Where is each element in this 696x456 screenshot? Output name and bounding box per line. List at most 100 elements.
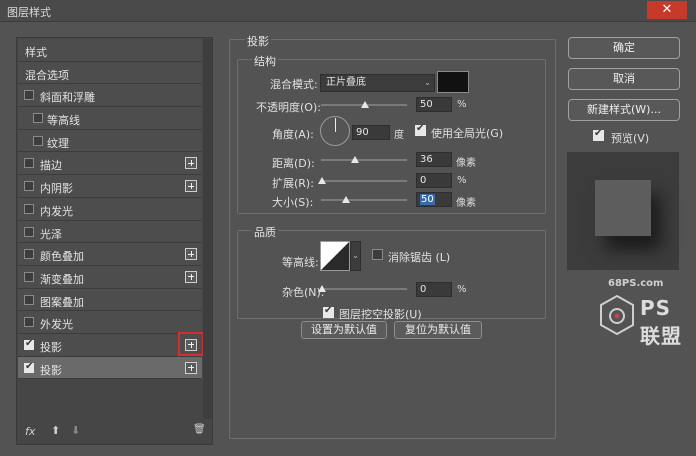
style-checkbox[interactable] [24,249,34,260]
style-list-item[interactable]: 斜面和浮雕 [18,84,202,108]
drop-shadow-title: 投影 [245,33,271,49]
style-item-label: 图案叠加 [40,295,84,309]
angle-unit: 度 [394,130,404,141]
spread-input[interactable]: 0 [416,173,452,188]
style-item-label: 等高线 [47,114,80,128]
distance-slider-thumb[interactable] [351,156,359,163]
window-title: 图层样式 [7,6,51,19]
style-item-label: 内发光 [40,204,73,218]
angle-dial-needle [335,118,336,132]
add-effect-icon[interactable] [185,180,197,193]
dialog-body: 样式混合选项斜面和浮雕等高线纹理描边 内阴影内发光光泽 颜色叠加渐变叠加图案叠加外发… [0,22,696,456]
style-list-item[interactable]: 纹理 [18,129,202,153]
noise-unit: % [457,284,467,295]
move-down-icon[interactable]: ⬇ [71,424,80,437]
styles-list-scrollbar[interactable] [203,39,212,419]
contour-picker[interactable] [320,241,350,271]
watermark-brand: PS联盟 [640,296,682,348]
style-checkbox[interactable] [33,135,43,146]
style-item-label: 投影 [40,363,62,377]
style-list-item[interactable]: 等高线 [18,107,202,130]
size-value-selected: 50 [420,194,435,205]
add-effect-icon[interactable] [185,157,197,170]
cancel-button[interactable]: 取消 [568,68,680,90]
noise-input[interactable]: 0 [416,282,452,297]
add-effect-icon[interactable] [185,270,197,283]
title-bar: 图层样式 ✕ [0,0,696,22]
style-preview [567,152,679,270]
style-checkbox[interactable] [24,226,34,237]
noise-slider[interactable] [321,288,407,290]
spread-unit: % [457,175,467,186]
set-default-button[interactable]: 设置为默认值 [301,321,387,339]
opacity-input[interactable]: 50 [416,97,452,112]
style-checkbox[interactable] [24,338,34,350]
style-checkbox[interactable] [24,181,34,192]
style-checkbox[interactable] [24,361,34,373]
style-list-item[interactable]: 渐变叠加 [18,265,202,289]
style-list-item[interactable]: 外发光 [18,311,202,334]
style-list-item[interactable]: 描边 [18,152,202,176]
global-light-label: 使用全局光(G) [431,127,504,140]
close-button[interactable]: ✕ [647,1,687,19]
add-effect-icon[interactable] [185,248,197,261]
size-slider-thumb[interactable] [342,196,350,203]
style-checkbox[interactable] [24,294,34,305]
style-item-label: 投影 [40,340,62,354]
add-effect-icon[interactable] [185,361,197,374]
style-list-item[interactable]: 混合选项 [18,61,202,85]
distance-unit: 像素 [456,158,476,169]
fx-icon[interactable]: fx [25,425,35,438]
style-list-item[interactable]: 投影 [18,356,202,380]
knockout-label: 图层挖空投影(U) [339,308,422,321]
styles-list-footer: fx ⬆ ⬇ 🗑 [21,422,207,442]
style-item-label: 渐变叠加 [40,272,84,286]
style-list-item[interactable]: 图案叠加 [18,288,202,312]
style-list-item[interactable]: 投影 [18,331,204,357]
move-up-icon[interactable]: ⬆ [51,424,60,437]
style-checkbox[interactable] [24,158,34,169]
style-checkbox[interactable] [33,113,43,124]
trash-icon[interactable]: 🗑 [193,424,206,435]
spread-slider[interactable] [321,180,407,182]
style-list-item[interactable]: 样式 [18,39,202,62]
size-input[interactable]: 50 [416,192,452,207]
reset-default-button[interactable]: 复位为默认值 [394,321,482,339]
style-checkbox[interactable] [24,203,34,214]
style-list-item[interactable]: 内发光 [18,197,202,221]
distance-slider[interactable] [321,159,407,161]
preview-label: 预览(V) [611,132,650,145]
distance-input[interactable]: 36 [416,152,452,167]
knockout-checkbox[interactable] [323,305,334,318]
shadow-color-swatch[interactable] [437,71,469,93]
blend-mode-select[interactable]: 正片叠底 ⌄ [320,74,435,92]
watermark: 68PS.com PS联盟 [540,276,690,351]
angle-dial[interactable] [320,116,350,146]
chevron-down-icon: ⌄ [424,78,431,87]
style-checkbox[interactable] [24,90,34,101]
size-label: 大小(S): [272,196,314,209]
distance-label: 距离(D): [272,157,315,170]
spread-slider-thumb[interactable] [318,177,326,184]
styles-list-panel: 样式混合选项斜面和浮雕等高线纹理描边 内阴影内发光光泽 颜色叠加渐变叠加图案叠加外发… [16,37,213,445]
blend-mode-label: 混合模式: [270,78,318,91]
style-checkbox[interactable] [24,271,34,282]
noise-slider-thumb[interactable] [318,285,326,292]
preview-checkbox[interactable] [593,128,604,141]
global-light-checkbox[interactable] [415,123,426,136]
size-slider[interactable] [321,199,407,201]
style-item-label: 纹理 [47,136,69,150]
angle-input[interactable]: 90 [352,125,390,140]
style-list-item[interactable]: 颜色叠加 [18,243,202,266]
ok-button[interactable]: 确定 [568,37,680,59]
spread-label: 扩展(R): [272,177,314,190]
style-list-item[interactable]: 光泽 [18,220,202,244]
new-style-button[interactable]: 新建样式(W)... [568,99,680,121]
opacity-slider-thumb[interactable] [361,101,369,108]
contour-dropdown[interactable]: ⌄ [350,241,361,271]
style-list-item[interactable]: 内阴影 [18,175,202,198]
style-checkbox[interactable] [24,317,34,328]
style-item-label: 混合选项 [25,68,69,82]
size-unit: 像素 [456,198,476,209]
antialias-checkbox[interactable] [372,249,383,260]
